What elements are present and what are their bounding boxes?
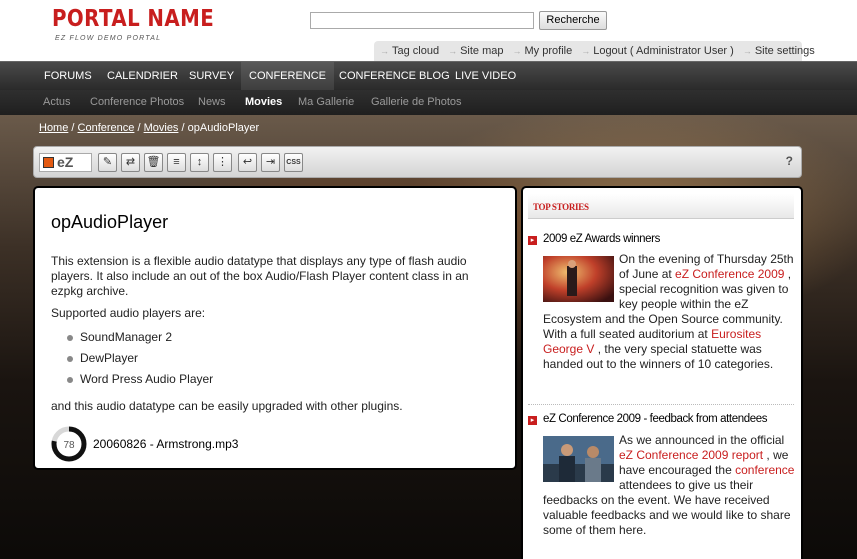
track-name[interactable]: 20060826 - Armstrong.mp3 — [93, 437, 238, 451]
players-list: SoundManager 2 DewPlayer Word Press Audi… — [67, 327, 213, 390]
story-link[interactable]: eZ Conference 2009 — [675, 267, 784, 281]
portal-logo[interactable]: PORTAL NAME — [52, 6, 214, 32]
page-title: opAudioPlayer — [51, 212, 169, 232]
arrow-bullet-icon: ▸ — [528, 236, 537, 245]
breadcrumb-conference[interactable]: Conference — [78, 122, 135, 134]
move-icon[interactable]: ⇄ — [121, 153, 140, 172]
list-item: DewPlayer — [67, 348, 213, 369]
story-text-2: As we announced in the official eZ Confe… — [543, 433, 795, 538]
nav-conference-blog[interactable]: CONFERENCE BLOG — [331, 62, 458, 90]
top-navigation: FORUMS CALENDRIER SURVEY CONFERENCE CONF… — [0, 61, 857, 90]
story-title-1[interactable]: 2009 eZ Awards winners — [543, 233, 660, 245]
sub-navigation: Actus Conference Photos News Movies Ma G… — [0, 90, 857, 115]
nav-live-video[interactable]: LIVE VIDEO — [447, 62, 524, 90]
subnav-ma-gallerie[interactable]: Ma Gallerie — [298, 90, 354, 115]
nav-survey[interactable]: SURVEY — [181, 62, 242, 90]
description-text: This extension is a flexible audio datat… — [51, 254, 469, 298]
search-button[interactable]: Recherche — [539, 11, 607, 30]
sort-alpha-icon[interactable]: ↕ — [190, 153, 209, 172]
story-link[interactable]: eZ Conference 2009 report — [619, 448, 763, 462]
subnav-movies[interactable]: Movies — [245, 90, 282, 115]
bullet-icon — [67, 377, 73, 383]
supported-players-label: Supported audio players are: — [51, 306, 206, 320]
my-profile-link[interactable]: → My profile — [513, 45, 573, 57]
breadcrumb-current: opAudioPlayer — [187, 122, 260, 134]
top-stories-panel: TOP STORIES ▸ 2009 eZ Awards winners On … — [521, 186, 803, 559]
ez-logo-text: eZ — [57, 154, 74, 170]
image-spacer — [543, 252, 619, 300]
bullet-icon — [67, 335, 73, 341]
portal-subtitle: EZ FLOW DEMO PORTAL — [55, 35, 162, 42]
sort-icon[interactable]: ≡ — [167, 153, 186, 172]
header: PORTAL NAME EZ FLOW DEMO PORTAL Recherch… — [0, 0, 857, 61]
story-link[interactable]: conference — [735, 463, 794, 477]
top-stories-title: TOP STORIES — [533, 202, 589, 212]
story-text-fragment: As we announced in the official — [619, 433, 785, 447]
divider — [528, 404, 794, 405]
subnav-gallerie-photos[interactable]: Gallerie de Photos — [371, 90, 462, 115]
list-item: Word Press Audio Player — [67, 369, 213, 390]
site-map-link[interactable]: → Site map — [448, 45, 503, 57]
progress-label: 78 — [63, 440, 75, 451]
image-spacer — [543, 433, 619, 481]
subnav-news[interactable]: News — [198, 90, 226, 115]
nav-calendrier[interactable]: CALENDRIER — [99, 62, 186, 90]
breadcrumb-movies[interactable]: Movies — [144, 122, 179, 134]
edit-icon[interactable]: ✎ — [98, 153, 117, 172]
audio-play-progress-icon[interactable]: 78 — [51, 426, 87, 462]
nav-forums[interactable]: FORUMS — [36, 62, 100, 90]
bullet-icon — [67, 356, 73, 362]
search-input[interactable] — [310, 12, 534, 29]
ez-square-icon — [43, 157, 54, 168]
main-content-panel: opAudioPlayer This extension is a flexib… — [33, 186, 517, 470]
back-icon[interactable]: ↩ — [238, 153, 257, 172]
breadcrumb: Home / Conference / Movies / opAudioPlay… — [39, 122, 259, 134]
arrow-icon: → — [448, 46, 458, 56]
story-text-fragment: attendees to give us their feedbacks on … — [543, 478, 791, 537]
story-title-2[interactable]: eZ Conference 2009 - feedback from atten… — [543, 413, 767, 425]
list-item: SoundManager 2 — [67, 327, 213, 348]
css-button[interactable]: CSS — [284, 153, 303, 172]
nav-conference[interactable]: CONFERENCE — [241, 62, 335, 90]
upgrade-text: and this audio datatype can be easily up… — [51, 399, 403, 413]
site-settings-link[interactable]: → Site settings — [743, 45, 815, 57]
arrow-bullet-icon: ▸ — [528, 416, 537, 425]
help-icon[interactable]: ? — [786, 154, 793, 168]
top-stories-header: TOP STORIES — [528, 194, 794, 219]
user-links-bar: → Tag cloud → Site map → My profile → Logout… — [374, 41, 815, 61]
breadcrumb-home[interactable]: Home — [39, 122, 68, 134]
tag-cloud-link[interactable]: → Tag cloud — [380, 45, 439, 57]
trash-icon[interactable]: 🗑 — [144, 153, 163, 172]
subnav-conference-photos[interactable]: Conference Photos — [90, 90, 184, 115]
arrow-icon: → — [380, 46, 389, 56]
export-icon[interactable]: ⇥ — [261, 153, 280, 172]
list-icon[interactable]: ⋮ — [213, 153, 232, 172]
subnav-actus[interactable]: Actus — [43, 90, 71, 115]
ez-toolbar: eZ ✎ ⇄ 🗑 ≡ ↕ ⋮ ↩ ⇥ CSS ? — [33, 146, 802, 178]
logout-link[interactable]: → Logout ( Administrator User ) — [581, 45, 734, 57]
arrow-icon: → — [512, 46, 522, 56]
ez-menu-button[interactable]: eZ — [39, 153, 92, 172]
arrow-icon: → — [581, 46, 591, 56]
story-text-1: On the evening of Thursday 25th of June … — [543, 252, 795, 372]
arrow-icon: → — [742, 46, 752, 56]
